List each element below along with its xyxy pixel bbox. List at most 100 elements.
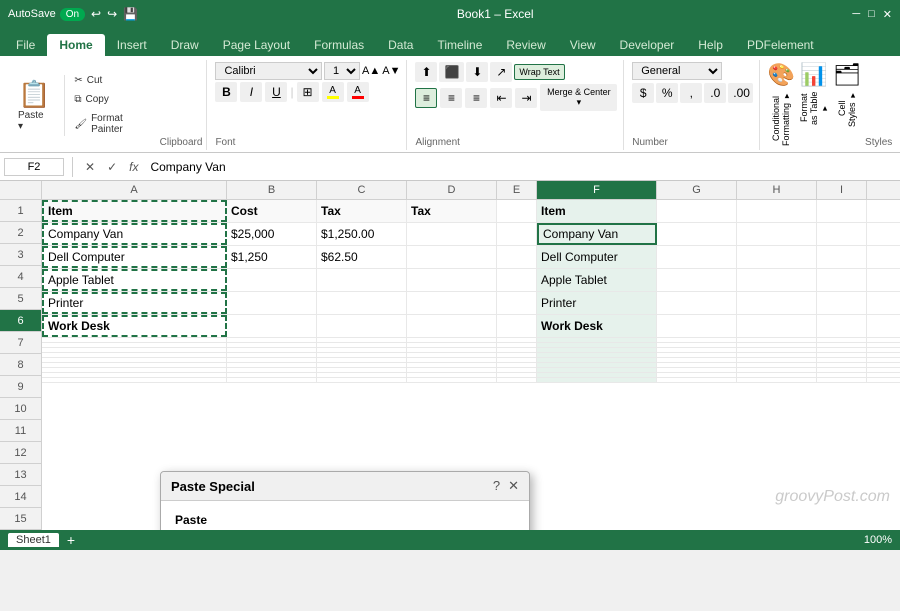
border-button[interactable]: ⊞: [297, 82, 319, 102]
tab-timeline[interactable]: Timeline: [425, 34, 494, 56]
cell-h4[interactable]: [737, 269, 817, 291]
cell-g5[interactable]: [657, 292, 737, 314]
cell-c3[interactable]: $62.50: [317, 246, 407, 268]
col-header-c[interactable]: C: [317, 181, 407, 199]
cell-b4[interactable]: [227, 269, 317, 291]
col-header-h[interactable]: H: [737, 181, 817, 199]
row-header-9[interactable]: 9: [0, 376, 42, 398]
row-header-8[interactable]: 8: [0, 354, 42, 376]
bold-button[interactable]: B: [215, 82, 237, 102]
font-family-select[interactable]: Calibri: [215, 62, 322, 80]
align-top-button[interactable]: ⬆: [415, 62, 437, 82]
cell-d2[interactable]: [407, 223, 497, 245]
add-sheet-button[interactable]: +: [67, 532, 75, 548]
comma-button[interactable]: ,: [680, 83, 702, 103]
tab-insert[interactable]: Insert: [105, 34, 159, 56]
col-header-e[interactable]: E: [497, 181, 537, 199]
col-header-i[interactable]: I: [817, 181, 867, 199]
align-middle-button[interactable]: ⬛: [439, 62, 464, 82]
cell-h5[interactable]: [737, 292, 817, 314]
formula-input[interactable]: [146, 158, 896, 176]
paste-button[interactable]: 📋 Paste ▾: [10, 75, 58, 136]
cell-i2[interactable]: [817, 223, 867, 245]
tab-help[interactable]: Help: [686, 34, 735, 56]
cell-f5[interactable]: Printer: [537, 292, 657, 314]
cell-b6[interactable]: [227, 315, 317, 337]
cell-a4[interactable]: Apple Tablet: [42, 269, 227, 291]
currency-button[interactable]: $: [632, 83, 654, 103]
close-btn[interactable]: ✕: [883, 8, 892, 21]
decrease-decimal-button[interactable]: .0: [704, 83, 726, 103]
cell-d3[interactable]: [407, 246, 497, 268]
col-header-d[interactable]: D: [407, 181, 497, 199]
cell-g2[interactable]: [657, 223, 737, 245]
cell-h1[interactable]: [737, 200, 817, 222]
col-header-b[interactable]: B: [227, 181, 317, 199]
cell-f3[interactable]: Dell Computer: [537, 246, 657, 268]
cell-reference-input[interactable]: [4, 158, 64, 176]
row-header-1[interactable]: 1: [0, 200, 42, 222]
row-header-14[interactable]: 14: [0, 486, 42, 508]
cell-h6[interactable]: [737, 315, 817, 337]
cell-h2[interactable]: [737, 223, 817, 245]
tab-draw[interactable]: Draw: [159, 34, 211, 56]
cell-g1[interactable]: [657, 200, 737, 222]
fill-color-button[interactable]: A: [322, 82, 344, 102]
increase-indent-button[interactable]: ⇥: [515, 88, 537, 108]
font-size-select[interactable]: 11: [324, 62, 360, 80]
col-header-f[interactable]: F: [537, 181, 657, 199]
confirm-formula-icon[interactable]: ✓: [103, 158, 121, 176]
cell-e1[interactable]: [497, 200, 537, 222]
cell-f2[interactable]: Company Van: [537, 223, 657, 245]
cut-button[interactable]: ✂Cut: [69, 72, 159, 89]
cell-a3[interactable]: Dell Computer: [42, 246, 227, 268]
sheet-tab-sheet1[interactable]: Sheet1: [8, 533, 59, 547]
merge-center-button[interactable]: Merge & Center ▾: [540, 84, 617, 111]
dialog-help-icon[interactable]: ?: [493, 478, 500, 494]
dialog-close-icon[interactable]: ✕: [508, 478, 519, 494]
maximize-btn[interactable]: □: [868, 8, 875, 21]
tab-home[interactable]: Home: [47, 34, 104, 56]
increase-decimal-button[interactable]: .00: [728, 83, 752, 103]
cell-f6[interactable]: Work Desk: [537, 315, 657, 337]
select-all-corner[interactable]: [0, 181, 42, 199]
row-header-11[interactable]: 11: [0, 420, 42, 442]
increase-font-btn[interactable]: A▲: [362, 65, 380, 77]
align-bottom-button[interactable]: ⬇: [466, 62, 488, 82]
cell-d6[interactable]: [407, 315, 497, 337]
text-direction-button[interactable]: ↗: [490, 62, 512, 82]
format-painter-button[interactable]: 🖌Format Painter: [69, 110, 159, 138]
number-format-select[interactable]: General: [632, 62, 722, 80]
cell-i3[interactable]: [817, 246, 867, 268]
minimize-btn[interactable]: ─: [852, 8, 860, 21]
cell-c2[interactable]: $1,250.00: [317, 223, 407, 245]
cell-e6[interactable]: [497, 315, 537, 337]
row-header-12[interactable]: 12: [0, 442, 42, 464]
cell-b5[interactable]: [227, 292, 317, 314]
cell-c1[interactable]: Tax: [317, 200, 407, 222]
cell-h3[interactable]: [737, 246, 817, 268]
cell-i6[interactable]: [817, 315, 867, 337]
cell-d4[interactable]: [407, 269, 497, 291]
tab-data[interactable]: Data: [376, 34, 425, 56]
undo-icon[interactable]: ↩: [91, 7, 101, 21]
cell-c6[interactable]: [317, 315, 407, 337]
cell-c4[interactable]: [317, 269, 407, 291]
cell-b3[interactable]: $1,250: [227, 246, 317, 268]
tab-review[interactable]: Review: [494, 34, 557, 56]
align-center-button[interactable]: ≡: [440, 88, 462, 108]
cell-i1[interactable]: [817, 200, 867, 222]
cell-d1[interactable]: Tax: [407, 200, 497, 222]
cell-a6[interactable]: Work Desk: [42, 315, 227, 337]
row-header-15[interactable]: 15: [0, 508, 42, 530]
tab-view[interactable]: View: [558, 34, 608, 56]
cell-e3[interactable]: [497, 246, 537, 268]
conditional-formatting-button[interactable]: 🎨 Conditional Formatting ▾: [768, 62, 795, 148]
cell-g6[interactable]: [657, 315, 737, 337]
cell-styles-button[interactable]: 🗂 Cell Styles ▾: [833, 62, 861, 128]
align-right-button[interactable]: ≡: [465, 88, 487, 108]
col-header-g[interactable]: G: [657, 181, 737, 199]
percent-button[interactable]: %: [656, 83, 678, 103]
cell-b1[interactable]: Cost: [227, 200, 317, 222]
row-header-13[interactable]: 13: [0, 464, 42, 486]
